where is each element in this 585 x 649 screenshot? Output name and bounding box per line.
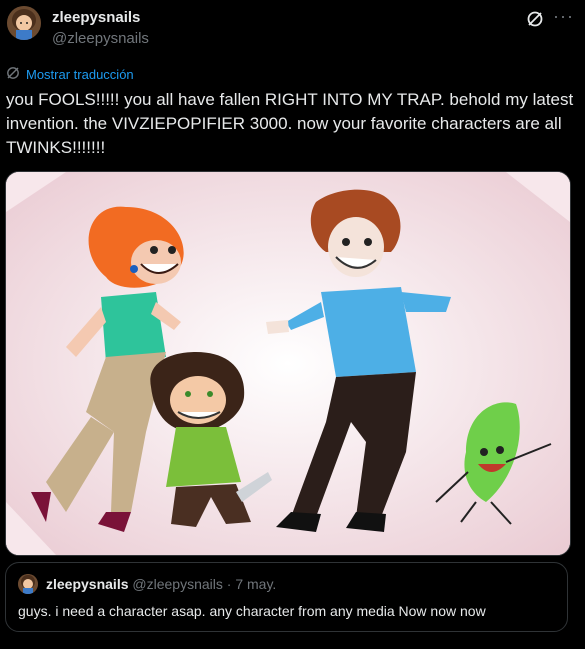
show-translation-label: Mostrar traducción: [26, 67, 134, 82]
show-translation-link[interactable]: Mostrar traducción: [6, 66, 134, 83]
author-handle[interactable]: @zleepysnails: [52, 30, 149, 47]
tweet-text: you FOOLS!!!!! you all have fallen RIGHT…: [6, 90, 574, 157]
quoted-separator: ·: [222, 576, 236, 592]
quoted-display-name: zleepysnails: [46, 576, 129, 592]
quoted-date: 7 may.: [235, 576, 277, 592]
author-display-name[interactable]: zleepysnails: [52, 9, 140, 26]
quoted-header: zleepysnails @zleepysnails · 7 may.: [46, 576, 276, 592]
quoted-text: guys. i need a character asap. any chara…: [18, 603, 486, 619]
tweet-image[interactable]: [5, 171, 571, 556]
grok-icon[interactable]: [526, 10, 544, 28]
quoted-handle: @zleepysnails: [132, 576, 223, 592]
quoted-tweet[interactable]: zleepysnails @zleepysnails · 7 may. guys…: [5, 562, 568, 632]
tweet: zleepysnails @zleepysnails ··· Mostrar t…: [0, 0, 585, 649]
quoted-author-avatar: [18, 574, 38, 594]
globe-slash-icon: [6, 66, 20, 83]
more-options-button[interactable]: ···: [553, 6, 574, 27]
author-avatar[interactable]: [7, 6, 41, 40]
